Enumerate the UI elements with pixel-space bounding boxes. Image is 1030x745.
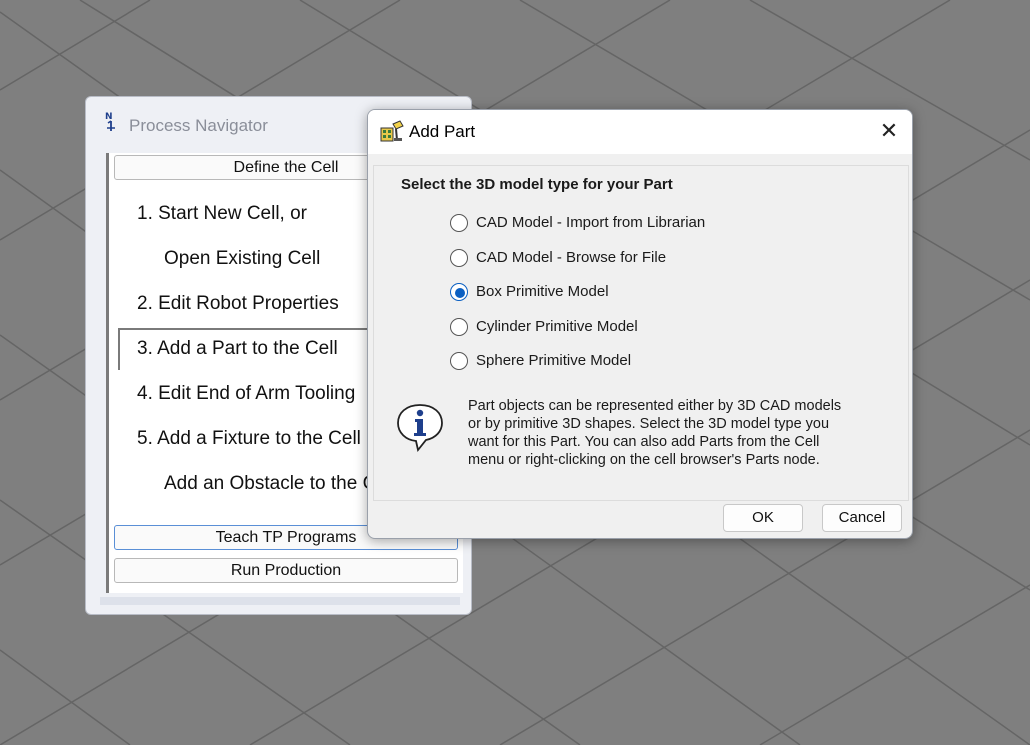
step-edit-eoat[interactable]: 4. Edit End of Arm Tooling [137,383,355,405]
radio-selected-dot [455,288,465,298]
step-add-obstacle[interactable]: Add an Obstacle to the Cell [164,473,395,495]
workcell-3d-view[interactable]: N Process Navigator Define the Cell 1. S… [0,0,1030,745]
radio-button[interactable] [450,318,468,336]
radio-label[interactable]: CAD Model - Browse for File [476,249,666,266]
step-open-existing-cell[interactable]: Open Existing Cell [164,248,320,270]
add-part-icon [380,120,404,142]
radio-button[interactable] [450,214,468,232]
radio-button[interactable] [450,352,468,370]
close-icon[interactable]: ✕ [866,110,912,154]
navigator-icon: N [105,112,115,131]
radio-label[interactable]: Box Primitive Model [476,283,609,300]
info-line: want for this Part. You can also add Par… [468,434,820,450]
ok-button[interactable]: OK [723,504,803,532]
step-add-fixture[interactable]: 5. Add a Fixture to the Cell [137,428,361,450]
info-icon [397,404,443,453]
radio-label[interactable]: CAD Model - Import from Librarian [476,214,705,231]
add-part-dialog: Add Part ✕ Select the 3D model type for … [367,109,913,539]
dialog-titlebar[interactable]: Add Part ✕ [368,110,912,154]
cancel-button[interactable]: Cancel [822,504,902,532]
info-line: menu or right-clicking on the cell brows… [468,452,820,468]
run-production-button[interactable]: Run Production [114,558,458,583]
info-message: Part objects can be represented either b… [468,397,908,469]
radio-button[interactable] [450,249,468,267]
info-line: or by primitive 3D shapes. Select the 3D… [468,416,830,432]
radio-button-selected[interactable] [450,283,468,301]
process-navigator-footer [100,597,460,605]
process-navigator-title: Process Navigator [129,116,268,135]
dialog-title: Add Part [409,122,476,141]
radio-label[interactable]: Cylinder Primitive Model [476,318,638,335]
step-edit-robot-properties[interactable]: 2. Edit Robot Properties [137,293,339,315]
dialog-heading: Select the 3D model type for your Part [401,176,673,193]
radio-label[interactable]: Sphere Primitive Model [476,352,631,369]
step-start-new-cell[interactable]: 1. Start New Cell, or [137,203,307,225]
svg-text:N: N [105,112,113,122]
step-add-part[interactable]: 3. Add a Part to the Cell [137,338,338,360]
info-line: Part objects can be represented either b… [468,398,842,414]
